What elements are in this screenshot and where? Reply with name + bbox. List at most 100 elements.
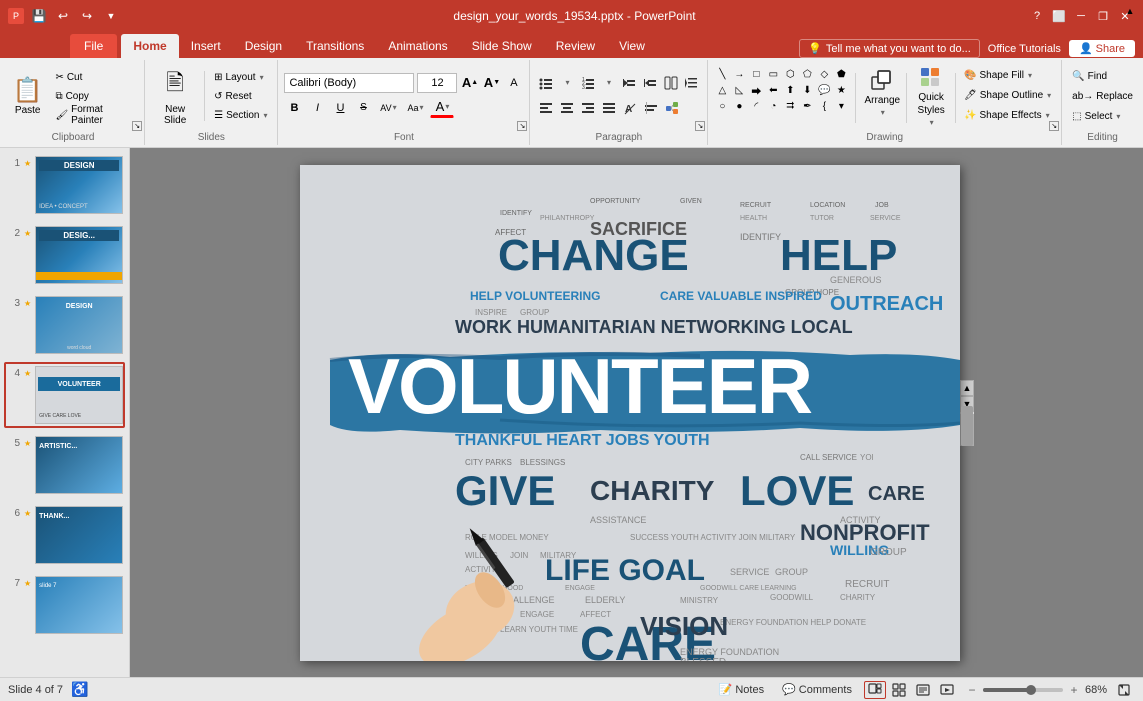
shape-arrow-line[interactable]: →	[731, 66, 747, 82]
bullet-list-button[interactable]	[536, 73, 556, 93]
tab-view[interactable]: View	[607, 34, 657, 58]
decrease-font-size-button[interactable]: A▼	[482, 73, 501, 93]
fit-to-window-button[interactable]	[1113, 681, 1135, 699]
tell-me-input[interactable]: 💡 Tell me what you want to do...	[799, 39, 980, 58]
shape-pentagon[interactable]: ⬟	[833, 66, 849, 82]
justify-button[interactable]	[599, 98, 619, 118]
italic-button[interactable]: I	[307, 98, 327, 118]
normal-view-button[interactable]	[864, 681, 886, 699]
slide-item-5[interactable]: 5 ★ ARTISTIC...	[4, 432, 125, 498]
align-right-button[interactable]	[578, 98, 598, 118]
redo-button[interactable]: ↪	[76, 5, 98, 27]
shape-diamond[interactable]: ◇	[816, 66, 832, 82]
slideshow-view-button[interactable]	[936, 681, 958, 699]
line-spacing-button[interactable]	[682, 73, 702, 93]
vertical-scrollbar[interactable]: ▲ ▼ △ ▽	[960, 380, 974, 446]
new-slide-button[interactable]: 🖹 New Slide	[151, 66, 199, 126]
paragraph-expand-button[interactable]: ↘	[695, 121, 705, 131]
shape-rect[interactable]: □	[748, 66, 764, 82]
slide-item-2[interactable]: 2 ★ DESIG...	[4, 222, 125, 288]
office-tutorials-link[interactable]: Office Tutorials	[988, 43, 1061, 55]
shape-trapezoid[interactable]: ⬠	[799, 66, 815, 82]
shape-triangle[interactable]: △	[714, 82, 730, 98]
minimize-button[interactable]: ─	[1071, 6, 1091, 26]
scroll-thumb[interactable]	[961, 406, 973, 446]
share-button[interactable]: 👤 Share	[1069, 40, 1135, 57]
shape-block-arrow[interactable]: ⮆	[782, 98, 798, 114]
undo-button[interactable]: ↩	[52, 5, 74, 27]
text-direction-button[interactable]: A	[620, 98, 640, 118]
shape-arrow-up[interactable]: ⬆	[782, 82, 798, 98]
shape-arrow-right[interactable]: ⮕	[748, 82, 764, 98]
zoom-handle[interactable]	[1026, 685, 1036, 695]
shape-fill-button[interactable]: 🎨 Shape Fill ▾	[960, 66, 1055, 84]
shape-more[interactable]: ▾	[833, 98, 849, 114]
shape-circle[interactable]: ●	[731, 98, 747, 114]
align-center-button[interactable]	[557, 98, 577, 118]
zoom-track[interactable]	[983, 688, 1063, 692]
slide-item-4[interactable]: 4 ★ VOLUNTEER GIVE CARE LOVE	[4, 362, 125, 428]
align-text-button[interactable]	[641, 98, 661, 118]
strikethrough-button[interactable]: S	[353, 98, 373, 118]
shape-star[interactable]: ★	[833, 82, 849, 98]
shape-oval[interactable]: ○	[714, 98, 730, 114]
column-layout-button[interactable]	[661, 73, 681, 93]
tab-animations[interactable]: Animations	[376, 34, 459, 58]
scroll-up-button[interactable]: ▲	[960, 380, 974, 396]
zoom-in-button[interactable]: +	[1066, 682, 1082, 698]
comments-button[interactable]: 💬 Comments	[776, 682, 858, 697]
zoom-out-button[interactable]: −	[964, 682, 980, 698]
arrange-button[interactable]: Arrange ▾	[862, 66, 902, 120]
tab-transitions[interactable]: Transitions	[294, 34, 376, 58]
customize-quick-access-button[interactable]: ▼	[100, 5, 122, 27]
format-painter-button[interactable]: 🖌 Format Painter	[51, 106, 140, 124]
bold-button[interactable]: B	[284, 98, 304, 118]
reading-view-button[interactable]	[912, 681, 934, 699]
help-button[interactable]: ?	[1027, 6, 1047, 26]
cut-button[interactable]: ✂ Cut	[51, 68, 140, 86]
ribbon-display-button[interactable]: ⬜	[1049, 6, 1069, 26]
collapse-ribbon-button[interactable]: ▲	[1123, 4, 1137, 18]
clear-formatting-button[interactable]: A	[504, 73, 523, 93]
numbered-list-button[interactable]: 1.2.3.	[578, 73, 598, 93]
shape-arrow-left[interactable]: ⬅	[765, 82, 781, 98]
restore-button[interactable]: ❐	[1093, 6, 1113, 26]
underline-button[interactable]: U	[330, 98, 350, 118]
tab-slideshow[interactable]: Slide Show	[460, 34, 544, 58]
shape-freeform[interactable]: ✒	[799, 98, 815, 114]
select-button[interactable]: ⬚ Select ▾	[1068, 107, 1137, 125]
tab-home[interactable]: Home	[121, 34, 178, 58]
shape-chord[interactable]: ◔	[765, 98, 781, 114]
notes-button[interactable]: 📝 Notes	[713, 682, 770, 697]
shape-brace[interactable]: {	[816, 98, 832, 114]
shape-outline-button[interactable]: 🖊 Shape Outline ▾	[960, 86, 1055, 104]
bullet-list-dropdown[interactable]: ▾	[557, 73, 577, 93]
shape-arrow-down[interactable]: ⬇	[799, 82, 815, 98]
tab-insert[interactable]: Insert	[179, 34, 233, 58]
slide-item-1[interactable]: 1 ★ DESIGN IDEA • CONCEPT	[4, 152, 125, 218]
shape-arc[interactable]: ◜	[748, 98, 764, 114]
tab-design[interactable]: Design	[233, 34, 294, 58]
numbered-list-dropdown[interactable]: ▾	[599, 73, 619, 93]
shape-parallelogram[interactable]: ⬡	[782, 66, 798, 82]
shape-callout[interactable]: 💬	[816, 82, 832, 98]
find-button[interactable]: 🔍 Find	[1068, 67, 1137, 85]
align-left-button[interactable]	[536, 98, 556, 118]
tab-review[interactable]: Review	[544, 34, 607, 58]
change-case-button[interactable]: Aa▾	[403, 98, 427, 118]
font-color-button[interactable]: A▾	[430, 98, 454, 118]
increase-font-size-button[interactable]: A▲	[460, 73, 479, 93]
section-button[interactable]: ☰ Section ▾	[210, 106, 271, 124]
decrease-indent-button[interactable]	[619, 73, 639, 93]
layout-button[interactable]: ⊞ Layout ▾	[210, 68, 271, 86]
shape-rounded-rect[interactable]: ▭	[765, 66, 781, 82]
clipboard-expand-button[interactable]: ↘	[132, 121, 142, 131]
shape-effects-button[interactable]: ✨ Shape Effects ▾	[960, 106, 1055, 124]
slide-item-6[interactable]: 6 ★ THANK...	[4, 502, 125, 568]
shape-right-triangle[interactable]: ◺	[731, 82, 747, 98]
font-name-select[interactable]	[284, 73, 414, 93]
tab-file[interactable]: File	[70, 34, 117, 58]
slide-sorter-button[interactable]	[888, 681, 910, 699]
shape-line[interactable]: ╲	[714, 66, 730, 82]
save-button[interactable]: 💾	[28, 5, 50, 27]
